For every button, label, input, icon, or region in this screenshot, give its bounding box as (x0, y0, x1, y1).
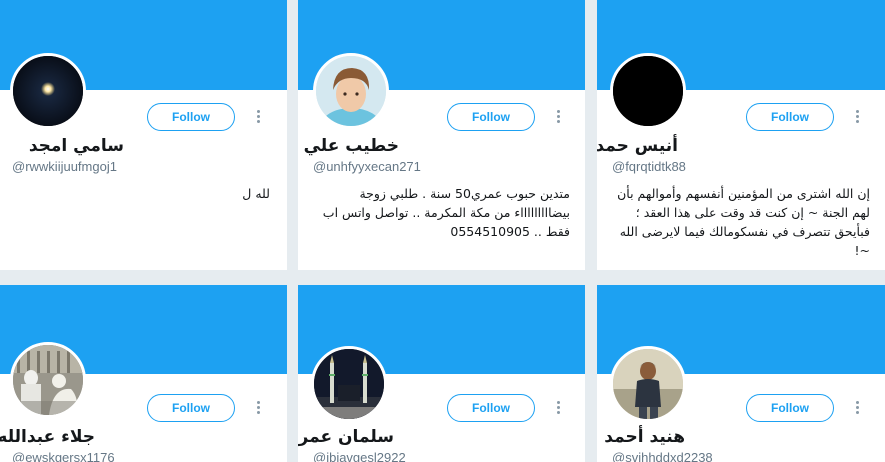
more-options-icon[interactable] (852, 397, 862, 417)
user-handle[interactable]: @rwwkiijuufmgoj1 (12, 159, 117, 174)
user-bio: إن الله اشترى من المؤمنين أنفسهم وأمواله… (617, 186, 870, 258)
avatar[interactable] (10, 342, 86, 418)
user-bio: لله ل (242, 186, 270, 201)
more-options-icon[interactable] (553, 397, 563, 417)
user-card[interactable]: Follow جلاء عبدالله @ewskgersx1176 (0, 285, 287, 462)
display-name[interactable]: هنيد أحمد (604, 427, 685, 447)
user-bio: متدين حبوب عمري50 سنة . طلبي زوجة بيضااا… (322, 186, 570, 239)
display-name[interactable]: سامي امجد (29, 136, 124, 156)
user-handle[interactable]: @ewskgersx1176 (12, 450, 115, 462)
man-outdoors-avatar-icon (613, 349, 683, 419)
avatar[interactable] (311, 346, 387, 422)
user-handle[interactable]: @svihhddxd2238 (612, 450, 713, 462)
group-photo-avatar-icon (13, 345, 83, 415)
follow-button[interactable]: Follow (746, 103, 834, 131)
user-card[interactable]: Follow خطيب علي @unhfyyxecan271 متدين حب… (298, 0, 585, 270)
user-handle[interactable]: @ibjavgesl2922 (313, 450, 406, 462)
user-handle[interactable]: @unhfyyxecan271 (313, 159, 421, 174)
user-card[interactable]: Follow سلمان عمر @ibjavgesl2922 (298, 285, 585, 462)
avatar[interactable] (610, 346, 686, 422)
user-card[interactable]: Follow هنيد أحمد @svihhddxd2238 (597, 285, 885, 462)
more-options-icon[interactable] (253, 106, 263, 126)
more-options-icon[interactable] (253, 397, 263, 417)
mosque-avatar-icon (314, 349, 384, 419)
more-options-icon[interactable] (553, 106, 563, 126)
user-card[interactable]: Follow سامي امجد @rwwkiijuufmgoj1 لله ل (0, 0, 287, 270)
boy-portrait-avatar-icon (316, 56, 386, 126)
dark-orb-avatar-icon (13, 56, 83, 126)
user-card[interactable]: Follow أنيس حمد @fqrqtidtk88 إن الله اشت… (597, 0, 885, 270)
more-options-icon[interactable] (852, 106, 862, 126)
black-avatar-icon (613, 56, 683, 126)
avatar[interactable] (10, 53, 86, 129)
display-name[interactable]: جلاء عبدالله (0, 427, 95, 447)
follow-button[interactable]: Follow (447, 394, 535, 422)
avatar[interactable] (610, 53, 686, 129)
avatar[interactable] (313, 53, 389, 129)
follow-button[interactable]: Follow (147, 103, 235, 131)
follow-button[interactable]: Follow (447, 103, 535, 131)
display-name[interactable]: خطيب علي (304, 136, 399, 156)
display-name[interactable]: أنيس حمد (597, 136, 678, 156)
display-name[interactable]: سلمان عمر (299, 427, 394, 447)
follow-button[interactable]: Follow (147, 394, 235, 422)
follow-button[interactable]: Follow (746, 394, 834, 422)
user-handle[interactable]: @fqrqtidtk88 (612, 159, 686, 174)
